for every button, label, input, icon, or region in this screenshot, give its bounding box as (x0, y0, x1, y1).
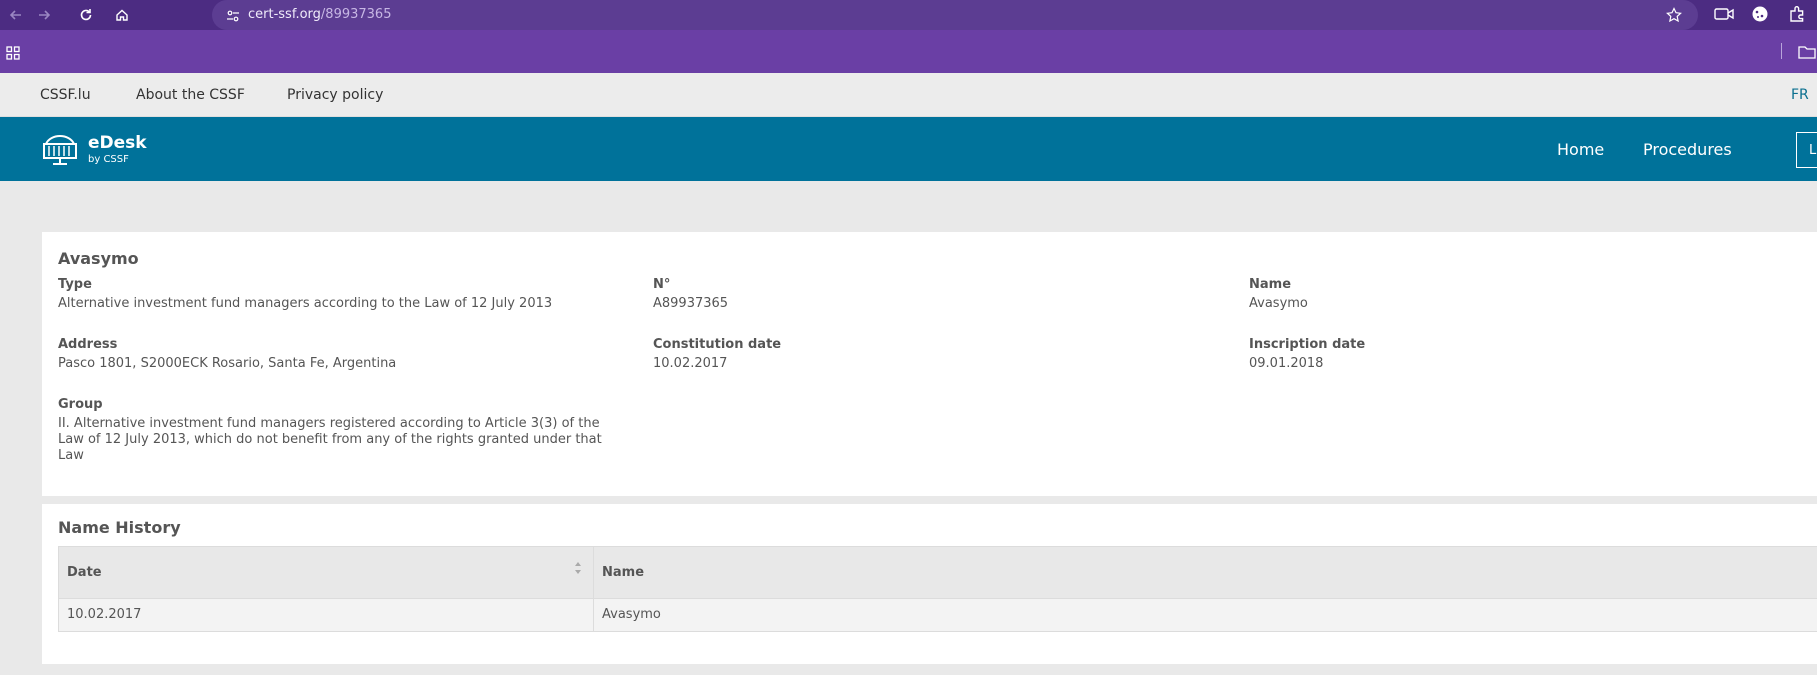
name-history-card: Name History Date Name 10.02.2017 Avasym… (42, 504, 1817, 664)
inscription-date-value: 09.01.2018 (1249, 356, 1324, 371)
column-header-name-label: Name (602, 565, 645, 580)
name-value: Avasymo (1249, 296, 1308, 311)
home-icon[interactable] (112, 5, 132, 25)
inscription-date-label: Inscription date (1249, 337, 1366, 352)
column-header-date-label: Date (67, 565, 102, 580)
url-text: cert-ssf.org/89937365 (248, 7, 391, 22)
group-value-line-3: Law (58, 448, 84, 463)
bookmarks-divider (1781, 43, 1782, 59)
group-value-line-2: Law of 12 July 2013, which do not benefi… (58, 432, 602, 447)
number-value: A89937365 (653, 296, 729, 311)
constitution-date-label: Constitution date (653, 337, 782, 352)
cell-date: 10.02.2017 (59, 599, 594, 631)
site-settings-icon[interactable] (226, 8, 240, 27)
group-label: Group (58, 397, 103, 412)
constitution-date-value: 10.02.2017 (653, 356, 728, 371)
cell-name: Avasymo (602, 607, 661, 622)
entity-details-card: Avasymo Type Alternative investment fund… (42, 232, 1817, 496)
number-label: N° (653, 277, 671, 292)
nav-procedures[interactable]: Procedures (1643, 140, 1732, 159)
link-about[interactable]: About the CSSF (136, 87, 245, 103)
url-domain: cert-ssf.org (248, 7, 321, 22)
cookie-icon[interactable] (1751, 5, 1769, 25)
table-header: Date Name (59, 547, 1817, 599)
folder-icon[interactable] (1798, 44, 1816, 63)
edesk-logo-icon[interactable] (40, 132, 80, 168)
bookmarks-bar (0, 30, 1817, 73)
site-header: eDesk by CSSF Home Procedures L (0, 117, 1817, 181)
forward-icon[interactable] (34, 5, 54, 25)
camera-icon[interactable] (1714, 5, 1734, 25)
url-path: /89937365 (320, 7, 392, 22)
brand-title[interactable]: eDesk (88, 133, 147, 153)
type-label: Type (58, 277, 92, 292)
table-row: 10.02.2017 Avasymo (59, 599, 1817, 631)
address-value: Pasco 1801, S2000ECK Rosario, Santa Fe, … (58, 356, 397, 371)
login-button[interactable]: L (1796, 132, 1817, 168)
link-privacy[interactable]: Privacy policy (287, 87, 383, 103)
column-header-date[interactable]: Date (59, 547, 594, 599)
type-value: Alternative investment fund managers acc… (58, 296, 553, 311)
brand-subtitle: by CSSF (88, 154, 129, 165)
name-label: Name (1249, 277, 1292, 292)
link-cssf[interactable]: CSSF.lu (40, 87, 91, 103)
address-label: Address (58, 337, 118, 352)
name-history-title: Name History (58, 518, 181, 537)
sort-icon[interactable] (573, 558, 583, 578)
address-bar[interactable] (212, 0, 1698, 30)
name-history-table: Date Name 10.02.2017 Avasymo (58, 546, 1817, 632)
nav-home[interactable]: Home (1557, 140, 1604, 159)
site-links-bar: CSSF.lu About the CSSF Privacy policy FR (0, 73, 1817, 117)
language-switch[interactable]: FR (1791, 87, 1809, 103)
back-icon[interactable] (6, 5, 26, 25)
entity-title: Avasymo (58, 249, 139, 268)
extensions-icon[interactable] (1788, 5, 1806, 25)
group-value-line-1: II. Alternative investment fund managers… (58, 416, 600, 431)
reload-icon[interactable] (76, 5, 96, 25)
column-header-name[interactable]: Name (594, 547, 1817, 599)
bookmark-star-icon[interactable] (1666, 7, 1682, 27)
browser-toolbar: cert-ssf.org/89937365 (0, 0, 1817, 30)
apps-grid-icon[interactable] (6, 45, 20, 64)
